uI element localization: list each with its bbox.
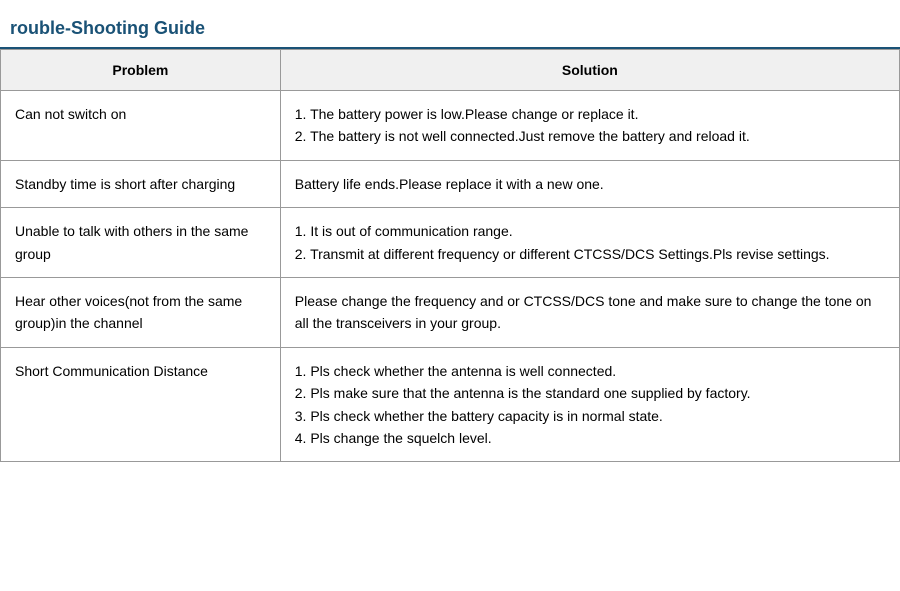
table-row: Hear other voices(not from the same grou… [1,277,900,347]
solution-cell: Battery life ends.Please replace it with… [280,160,899,207]
problem-cell: Hear other voices(not from the same grou… [1,277,281,347]
problem-cell: Standby time is short after charging [1,160,281,207]
problem-cell: Unable to talk with others in the same g… [1,208,281,278]
solution-cell: 1. The battery power is low.Please chang… [280,91,899,161]
table-header-row: Problem Solution [1,50,900,91]
table-row: Can not switch on1. The battery power is… [1,91,900,161]
page-title: rouble-Shooting Guide [0,10,900,49]
problem-cell: Short Communication Distance [1,347,281,462]
solution-cell: Please change the frequency and or CTCSS… [280,277,899,347]
table-row: Standby time is short after chargingBatt… [1,160,900,207]
solution-cell: 1. Pls check whether the antenna is well… [280,347,899,462]
solution-header: Solution [280,50,899,91]
trouble-table: Problem Solution Can not switch on1. The… [0,49,900,462]
problem-cell: Can not switch on [1,91,281,161]
table-row: Unable to talk with others in the same g… [1,208,900,278]
solution-cell: 1. It is out of communication range.2. T… [280,208,899,278]
problem-header: Problem [1,50,281,91]
page-wrapper: rouble-Shooting Guide Problem Solution C… [0,0,900,591]
table-row: Short Communication Distance1. Pls check… [1,347,900,462]
